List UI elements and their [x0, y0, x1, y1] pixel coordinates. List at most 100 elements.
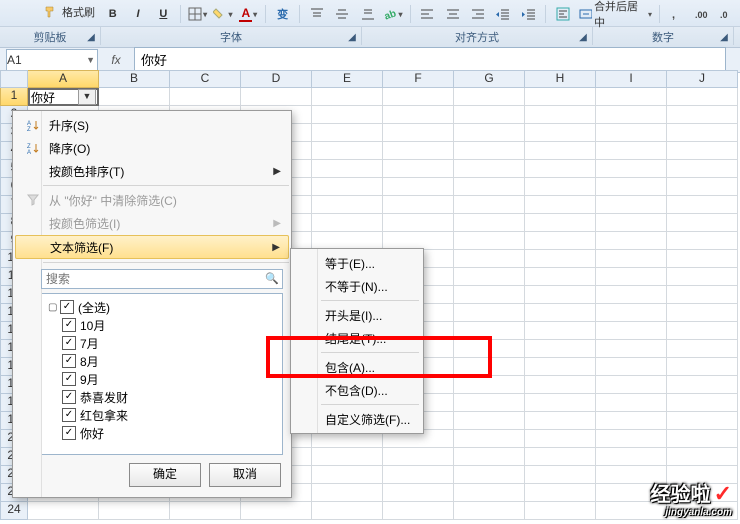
cell[interactable] [454, 322, 525, 340]
cell[interactable] [454, 394, 525, 412]
cell[interactable] [454, 358, 525, 376]
cell[interactable] [454, 196, 525, 214]
cell[interactable] [383, 142, 454, 160]
format-painter-button[interactable]: 格式刷 [44, 4, 95, 20]
cell[interactable] [525, 502, 596, 520]
cell[interactable] [383, 106, 454, 124]
cell[interactable] [596, 376, 667, 394]
italic-button[interactable]: I [128, 5, 147, 23]
group-expand-icon[interactable]: ◢ [85, 32, 97, 44]
cell[interactable] [525, 124, 596, 142]
cell[interactable] [454, 160, 525, 178]
cell[interactable] [525, 196, 596, 214]
cell[interactable] [667, 430, 738, 448]
cell[interactable] [667, 142, 738, 160]
cell[interactable] [596, 232, 667, 250]
cell[interactable] [596, 322, 667, 340]
checkbox-icon[interactable] [62, 318, 76, 332]
cell[interactable] [454, 466, 525, 484]
cell[interactable] [596, 358, 667, 376]
cell[interactable] [312, 124, 383, 142]
cell[interactable] [312, 178, 383, 196]
cell[interactable] [454, 484, 525, 502]
wrap-text-button[interactable] [553, 5, 572, 23]
orientation-button[interactable]: ab▾ [383, 5, 402, 23]
cell[interactable] [596, 304, 667, 322]
cell[interactable] [525, 88, 596, 106]
cell[interactable] [596, 250, 667, 268]
cell[interactable] [596, 412, 667, 430]
cell[interactable] [312, 214, 383, 232]
col-header-i[interactable]: I [596, 70, 667, 88]
row-header[interactable]: 1 [0, 88, 28, 106]
cell[interactable] [312, 88, 383, 106]
cell[interactable] [596, 394, 667, 412]
border-button[interactable]: ▾ [188, 5, 207, 23]
menu-text-filter[interactable]: 文本筛选(F) ▶ [15, 235, 289, 259]
name-box[interactable]: A1 ▼ [6, 49, 98, 71]
cell[interactable] [667, 178, 738, 196]
cell[interactable] [28, 502, 99, 520]
cell[interactable] [525, 286, 596, 304]
cell[interactable] [667, 232, 738, 250]
cell[interactable] [383, 466, 454, 484]
align-bot-button[interactable] [358, 5, 377, 23]
cell[interactable] [454, 304, 525, 322]
filter-values-tree[interactable]: ▢ (全选) 10月7月8月9月恭喜发财红包拿来你好 [41, 293, 283, 455]
cell[interactable] [525, 142, 596, 160]
cell[interactable] [596, 88, 667, 106]
checkbox-icon[interactable] [62, 354, 76, 368]
col-header-e[interactable]: E [312, 70, 383, 88]
cell[interactable] [525, 214, 596, 232]
cell[interactable] [667, 394, 738, 412]
underline-button[interactable]: U [154, 5, 173, 23]
cell[interactable] [454, 286, 525, 304]
cell[interactable] [596, 286, 667, 304]
cell[interactable] [454, 124, 525, 142]
menu-sort-asc[interactable]: AZ 升序(S) [15, 114, 289, 136]
cell[interactable] [454, 430, 525, 448]
cell[interactable] [454, 412, 525, 430]
cell[interactable] [525, 304, 596, 322]
cell[interactable] [667, 160, 738, 178]
cell[interactable] [667, 250, 738, 268]
cell[interactable] [454, 106, 525, 124]
cell[interactable] [312, 466, 383, 484]
cell[interactable] [596, 214, 667, 232]
collapse-icon[interactable]: ▢ [48, 302, 58, 313]
filter-search-input[interactable] [41, 269, 283, 289]
align-center-button[interactable] [443, 5, 462, 23]
submenu-not-equals[interactable]: 不等于(N)... [295, 275, 419, 297]
cell[interactable] [525, 250, 596, 268]
cell[interactable] [596, 268, 667, 286]
cell[interactable] [525, 394, 596, 412]
cell[interactable] [525, 430, 596, 448]
select-all-corner[interactable] [0, 70, 28, 88]
tree-item[interactable]: 你好 [48, 424, 276, 442]
cell[interactable] [312, 448, 383, 466]
bold-button[interactable]: B [103, 5, 122, 23]
cell[interactable] [667, 214, 738, 232]
font-color-button[interactable]: A▾ [239, 5, 258, 23]
cell[interactable] [525, 376, 596, 394]
merge-button[interactable]: 合并后居中▾ [579, 5, 652, 23]
tree-item[interactable]: 恭喜发财 [48, 388, 276, 406]
comma-style-button[interactable]: , [667, 5, 686, 23]
group-expand-icon[interactable]: ◢ [577, 32, 589, 44]
col-header-g[interactable]: G [454, 70, 525, 88]
cell[interactable] [383, 196, 454, 214]
align-left-button[interactable] [418, 5, 437, 23]
tree-item[interactable]: 8月 [48, 352, 276, 370]
group-expand-icon[interactable]: ◢ [718, 32, 730, 44]
submenu-contains[interactable]: 包含(A)... [295, 356, 419, 378]
cell[interactable] [525, 340, 596, 358]
cell[interactable] [596, 142, 667, 160]
search-icon[interactable]: 🔍 [265, 272, 279, 285]
cell[interactable] [667, 340, 738, 358]
cell[interactable] [454, 142, 525, 160]
cell[interactable] [312, 160, 383, 178]
group-expand-icon[interactable]: ◢ [346, 32, 358, 44]
menu-sort-by-color[interactable]: 按颜色排序(T) ▶ [15, 160, 289, 182]
cell[interactable] [525, 232, 596, 250]
cell[interactable] [383, 484, 454, 502]
